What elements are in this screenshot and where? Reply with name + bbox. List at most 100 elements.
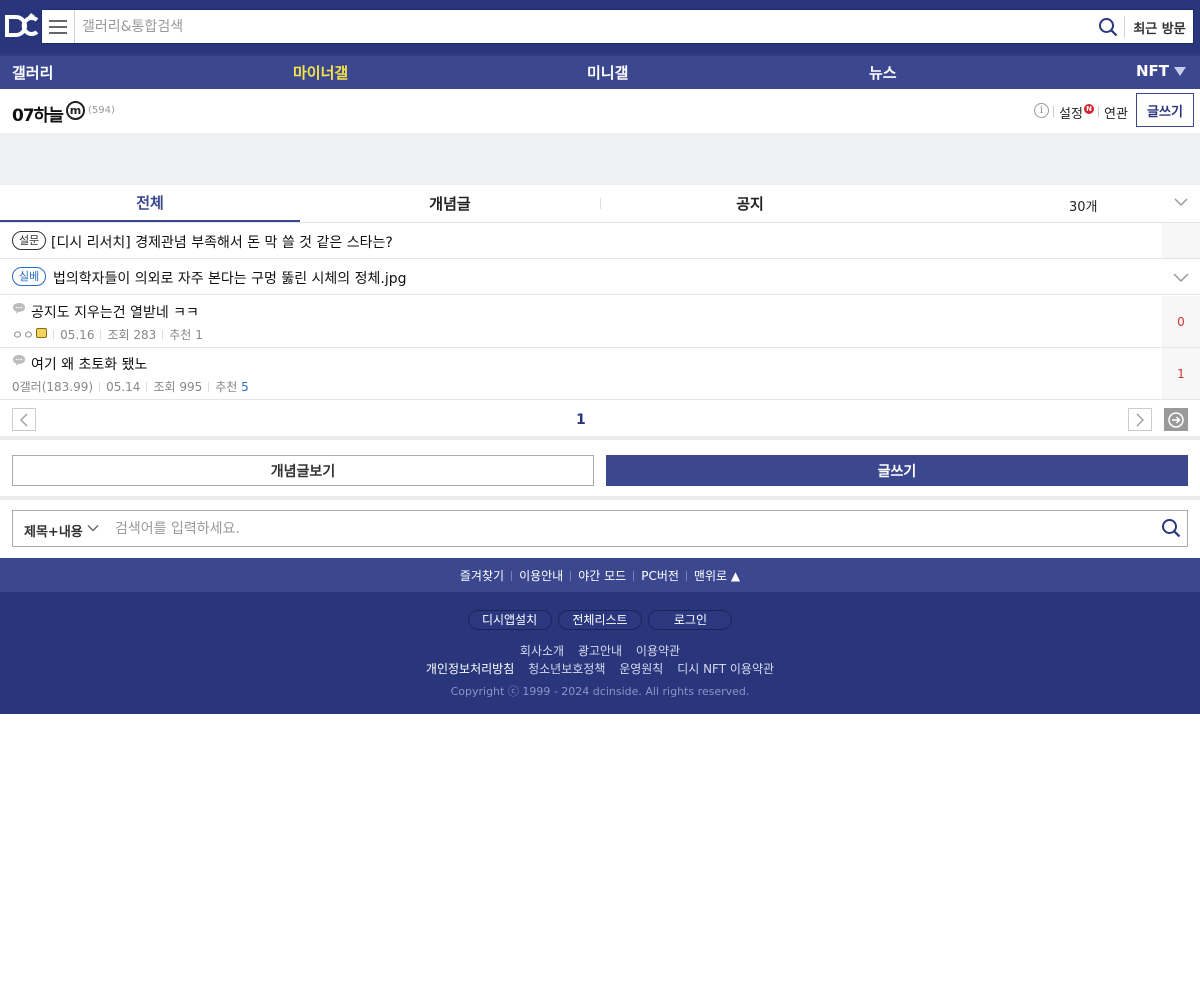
footer-row-policy: 개인정보처리방침 청소년보호정책 운영원칙 디시 NFT 이용약관: [0, 660, 1200, 677]
action-area: 개념글보기 글쓰기: [0, 444, 1200, 500]
post-author[interactable]: 0갤러(183.99): [12, 380, 93, 394]
post-title[interactable]: 공지도 지우는건 열받네 ㅋㅋ: [31, 302, 199, 322]
divider: [100, 330, 102, 340]
nav-news[interactable]: 뉴스: [869, 62, 897, 83]
dc-logo[interactable]: [4, 10, 40, 42]
nav-nft[interactable]: NFT: [1136, 62, 1169, 80]
best-badge: 실베: [12, 267, 47, 286]
divider: [53, 330, 55, 340]
privacy-link[interactable]: 개인정보처리방침: [426, 662, 514, 676]
speech-bubble-icon: [13, 355, 25, 366]
menu-icon-line: [49, 19, 67, 22]
post-date: 05.16: [60, 328, 95, 342]
comment-count[interactable]: 0: [1162, 296, 1200, 347]
post-recommend-label: 추천: [215, 380, 238, 394]
minor-gallery-icon: m: [66, 101, 85, 120]
pc-version-link[interactable]: PC버전: [641, 569, 679, 583]
youth-policy-link[interactable]: 청소년보호정책: [528, 662, 605, 676]
main-nav: 갤러리 마이너갤 미니갤 뉴스 NFT: [0, 53, 1200, 89]
dropdown-arrow-icon[interactable]: [1174, 67, 1186, 76]
divider: [99, 382, 101, 392]
post-row[interactable]: 여기 왜 초토화 됐노 0갤러(183.99) 05.14 조회 995 추천 5 1: [0, 348, 1200, 400]
footer-buttons: 디시앱설치 전체리스트 로그인: [0, 610, 1200, 630]
gallery-header: 07하늘 m (594) i 설정 N 연관 글쓰기: [0, 89, 1200, 133]
post-tabs: 전체 개념글 공지 30개: [0, 185, 1200, 223]
recent-visit-button[interactable]: 최근 방문: [1124, 16, 1194, 38]
post-meta: 0갤러(183.99) 05.14 조회 995 추천 5: [12, 378, 249, 395]
footer-links: 즐겨찾기 이용안내 야간 모드 PC버전 맨위로 ▲: [0, 567, 1200, 584]
divider: [146, 382, 148, 392]
write-button-top[interactable]: 글쓰기: [1136, 93, 1194, 127]
guide-link[interactable]: 이용안내: [519, 569, 563, 583]
bottom-search-input[interactable]: [115, 511, 1155, 546]
app-install-button[interactable]: 디시앱설치: [467, 610, 552, 630]
divider: [162, 330, 164, 340]
pagination: 1: [0, 400, 1200, 440]
divider: [685, 571, 687, 581]
terms-link[interactable]: 이용약관: [636, 644, 680, 658]
post-author[interactable]: ㅇㅇ: [12, 328, 34, 342]
notice-title[interactable]: 법의학자들이 의외로 자주 본다는 구멍 뚫린 시체의 정체.jpg: [53, 268, 407, 288]
notice-row[interactable]: 실베 법의학자들이 의외로 자주 본다는 구멍 뚫린 시체의 정체.jpg: [0, 259, 1200, 295]
chevron-down-icon[interactable]: [1174, 195, 1188, 209]
night-mode-link[interactable]: 야간 모드: [578, 569, 626, 583]
post-row[interactable]: 공지도 지우는건 열받네 ㅋㅋ ㅇㅇ 05.16 조회 283 추천 1 0: [0, 296, 1200, 348]
survey-badge: 설문: [12, 231, 47, 250]
login-button[interactable]: 로그인: [648, 610, 733, 630]
operation-policy-link[interactable]: 운영원칙: [619, 662, 663, 676]
bookmark-link[interactable]: 즐겨찾기: [460, 569, 504, 583]
footer-link-bar: 즐겨찾기 이용안내 야간 모드 PC버전 맨위로 ▲: [0, 558, 1200, 592]
page-number-current[interactable]: 1: [576, 412, 586, 428]
bottom-search-box: 제목+내용: [12, 510, 1188, 547]
post-recommend-label: 추천: [169, 328, 192, 342]
next-page-button[interactable]: [1128, 408, 1152, 431]
post-recommend: 5: [241, 380, 249, 394]
menu-icon-line: [49, 25, 67, 28]
prev-page-button[interactable]: [12, 408, 36, 431]
concept-posts-button[interactable]: 개념글보기: [12, 455, 594, 486]
tab-all[interactable]: 전체: [0, 185, 300, 222]
post-title[interactable]: 여기 왜 초토화 됐노: [31, 354, 147, 374]
notice-row[interactable]: 설문 [디시 리서치] 경제관념 부족해서 돈 막 쓸 것 같은 스타는?: [0, 223, 1200, 259]
ad-info-link[interactable]: 광고안내: [578, 644, 622, 658]
nft-terms-link[interactable]: 디시 NFT 이용약관: [677, 662, 774, 676]
gallery-user-icon: [36, 328, 48, 338]
chevron-down-icon[interactable]: [87, 522, 99, 534]
ad-area: [0, 133, 1200, 185]
new-badge: N: [1084, 104, 1094, 114]
settings-link[interactable]: 설정: [1059, 103, 1083, 122]
post-date: 05.14: [106, 380, 141, 394]
related-link[interactable]: 연관: [1104, 103, 1128, 122]
divider: [633, 571, 635, 581]
divider: [1098, 106, 1099, 117]
bottom-search-area: 제목+내용: [0, 500, 1200, 558]
search-input[interactable]: [82, 10, 1092, 43]
info-icon[interactable]: i: [1034, 103, 1049, 118]
search-icon[interactable]: [1098, 17, 1118, 37]
search-type-select[interactable]: 제목+내용: [24, 521, 83, 540]
full-list-button[interactable]: 전체리스트: [558, 610, 642, 630]
footer-row-company: 회사소개 광고안내 이용약관: [0, 642, 1200, 659]
search-box: 최근 방문: [41, 9, 1194, 44]
arrow-circle-right-icon: [1168, 411, 1184, 428]
back-to-top-link[interactable]: 맨위로 ▲: [694, 569, 740, 583]
tab-notice[interactable]: 공지: [600, 185, 900, 222]
gallery-title[interactable]: 07하늘: [12, 101, 64, 126]
menu-icon-line: [49, 31, 67, 34]
notice-title[interactable]: [디시 리서치] 경제관념 부족해서 돈 막 쓸 것 같은 스타는?: [51, 232, 393, 252]
nav-gallery[interactable]: 갤러리: [12, 62, 53, 83]
chevron-down-icon[interactable]: [1173, 270, 1189, 284]
tab-concept[interactable]: 개념글: [300, 185, 600, 222]
speech-bubble-icon: [13, 303, 25, 314]
page-jump-button[interactable]: [1164, 408, 1188, 431]
nav-minor-gallery[interactable]: 마이너갤: [293, 62, 348, 83]
comment-count[interactable]: 1: [1162, 348, 1200, 399]
write-button[interactable]: 글쓰기: [606, 455, 1188, 486]
search-icon[interactable]: [1161, 518, 1181, 538]
menu-button[interactable]: [42, 10, 75, 43]
copyright: Copyright ⓒ 1999 - 2024 dcinside. All ri…: [450, 685, 750, 698]
divider: [208, 382, 210, 392]
list-count-select[interactable]: 30개: [1069, 196, 1098, 215]
company-link[interactable]: 회사소개: [520, 644, 564, 658]
nav-mini-gallery[interactable]: 미니갤: [587, 62, 628, 83]
